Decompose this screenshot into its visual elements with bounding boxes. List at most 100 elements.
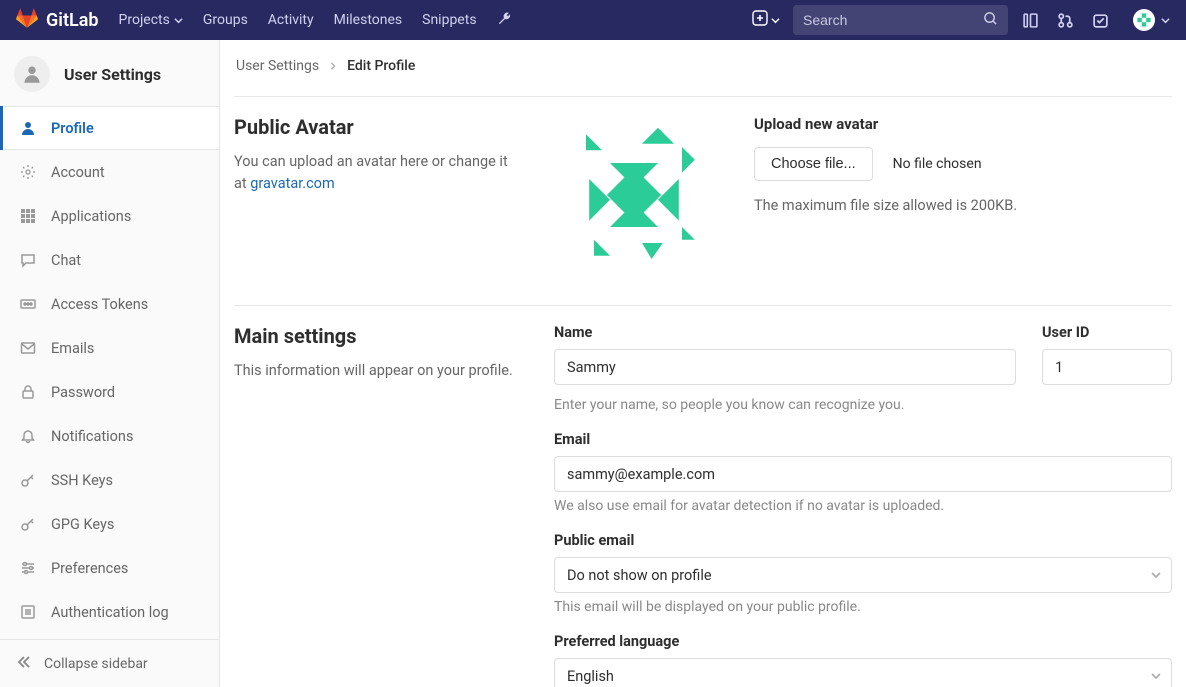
breadcrumb-current: Edit Profile	[347, 58, 415, 74]
chevron-down-icon	[771, 16, 780, 25]
sidebar-item-authentication-log[interactable]: Authentication log	[0, 590, 219, 634]
section-avatar-desc: You can upload an avatar here or change …	[234, 151, 514, 196]
sidebar-item-applications[interactable]: Applications	[0, 194, 219, 238]
sliders-icon	[19, 560, 37, 576]
public-email-select[interactable]: Do not show on profile	[554, 557, 1172, 593]
breadcrumbs: User Settings Edit Profile	[234, 58, 1172, 74]
user-menu[interactable]	[1133, 9, 1170, 31]
sidebar-item-label: Authentication log	[51, 604, 169, 621]
wrench-icon	[497, 11, 512, 30]
bell-icon	[19, 428, 37, 444]
nav-snippets-label: Snippets	[422, 12, 476, 28]
chevron-down-icon	[1161, 16, 1170, 25]
choose-file-button[interactable]: Choose file...	[754, 147, 873, 181]
chevron-right-icon	[329, 58, 337, 74]
user-icon	[19, 120, 37, 136]
sidebar-title: User Settings	[64, 65, 161, 84]
nav-aux-icons	[1022, 9, 1170, 31]
merge-requests-icon[interactable]	[1057, 12, 1074, 29]
brand[interactable]: GitLab	[16, 7, 99, 34]
key-icon	[19, 516, 37, 532]
collapse-label: Collapse sidebar	[44, 656, 148, 672]
collapse-sidebar[interactable]: Collapse sidebar	[0, 639, 219, 687]
upload-hint: The maximum file size allowed is 200KB.	[754, 197, 1017, 214]
sidebar-item-notifications[interactable]: Notifications	[0, 414, 219, 458]
identicon-icon	[554, 115, 714, 275]
nav-admin-wrench[interactable]	[487, 0, 522, 40]
sidebar-item-label: SSH Keys	[51, 472, 113, 489]
chevron-down-icon	[1151, 668, 1161, 685]
breadcrumb-root[interactable]: User Settings	[236, 58, 319, 74]
chevron-down-icon	[174, 16, 183, 25]
sidebar-item-gpg-keys[interactable]: GPG Keys	[0, 502, 219, 546]
token-icon	[19, 296, 37, 312]
sidebar-item-label: Access Tokens	[51, 296, 148, 313]
search-icon	[983, 11, 998, 30]
upload-avatar-block: Upload new avatar Choose file... No file…	[754, 115, 1017, 214]
issues-icon[interactable]	[1022, 12, 1039, 29]
gravatar-link[interactable]: gravatar.com	[250, 175, 334, 192]
label-email: Email	[554, 431, 1172, 448]
search-input[interactable]	[803, 12, 979, 28]
sidebar-item-account[interactable]: Account	[0, 150, 219, 194]
nav-activity-label: Activity	[268, 12, 314, 28]
sidebar-item-label: Notifications	[51, 428, 133, 445]
sidebar-item-access-tokens[interactable]: Access Tokens	[0, 282, 219, 326]
language-select[interactable]: English	[554, 658, 1172, 687]
sidebar-item-profile[interactable]: Profile	[0, 106, 219, 150]
label-language: Preferred language	[554, 633, 1172, 650]
plus-icon	[752, 10, 768, 30]
todos-icon[interactable]	[1092, 12, 1109, 29]
nav-projects-label: Projects	[119, 12, 170, 28]
section-avatar-title: Public Avatar	[234, 115, 514, 139]
upload-avatar-title: Upload new avatar	[754, 115, 1017, 133]
sidebar-item-label: Chat	[51, 252, 81, 269]
nav-projects[interactable]: Projects	[109, 0, 193, 40]
new-menu[interactable]	[749, 6, 783, 34]
sidebar: User Settings Profile Account Applications…	[0, 40, 220, 687]
sidebar-item-chat[interactable]: Chat	[0, 238, 219, 282]
brand-text: GitLab	[46, 10, 99, 31]
search-box[interactable]	[793, 5, 1008, 35]
sidebar-items: Profile Account Applications Chat Access Tok…	[0, 106, 219, 639]
user-avatar-placeholder-icon	[14, 56, 50, 92]
nav-groups[interactable]: Groups	[193, 0, 258, 40]
section-main-desc: This information will appear on your pro…	[234, 360, 514, 382]
language-selected: English	[567, 668, 614, 685]
sidebar-item-label: Account	[51, 164, 105, 181]
chevron-down-icon	[1151, 567, 1161, 584]
section-main-title: Main settings	[234, 324, 514, 348]
collapse-icon	[16, 654, 32, 674]
nav-activity[interactable]: Activity	[258, 0, 324, 40]
sidebar-item-preferences[interactable]: Preferences	[0, 546, 219, 590]
no-file-text: No file chosen	[893, 156, 982, 172]
gear-icon	[19, 164, 37, 180]
email-input[interactable]	[554, 456, 1172, 492]
hint-public-email: This email will be displayed on your pub…	[554, 599, 1172, 615]
hint-email: We also use email for avatar detection i…	[554, 498, 1172, 514]
nav-groups-label: Groups	[203, 12, 248, 28]
lock-icon	[19, 384, 37, 400]
section-main-settings: Main settings This information will appe…	[234, 305, 1172, 687]
user-avatar-icon	[1133, 9, 1155, 31]
public-email-selected: Do not show on profile	[567, 567, 712, 584]
label-name: Name	[554, 324, 1016, 341]
sidebar-item-label: Preferences	[51, 560, 128, 577]
nav-snippets[interactable]: Snippets	[412, 0, 486, 40]
mail-icon	[19, 340, 37, 356]
sidebar-item-ssh-keys[interactable]: SSH Keys	[0, 458, 219, 502]
main-content: User Settings Edit Profile Public Avatar…	[220, 40, 1186, 687]
sidebar-item-label: Applications	[51, 208, 131, 225]
sidebar-item-password[interactable]: Password	[0, 370, 219, 414]
name-input[interactable]	[554, 349, 1016, 385]
label-user-id: User ID	[1042, 324, 1172, 341]
nav-milestones[interactable]: Milestones	[324, 0, 413, 40]
nav-milestones-label: Milestones	[334, 12, 403, 28]
user-id-input[interactable]	[1042, 349, 1172, 385]
sidebar-item-emails[interactable]: Emails	[0, 326, 219, 370]
hint-name: Enter your name, so people you know can …	[554, 397, 1172, 413]
current-avatar	[554, 115, 714, 275]
chat-icon	[19, 252, 37, 268]
label-public-email: Public email	[554, 532, 1172, 549]
sidebar-item-label: GPG Keys	[51, 516, 114, 533]
